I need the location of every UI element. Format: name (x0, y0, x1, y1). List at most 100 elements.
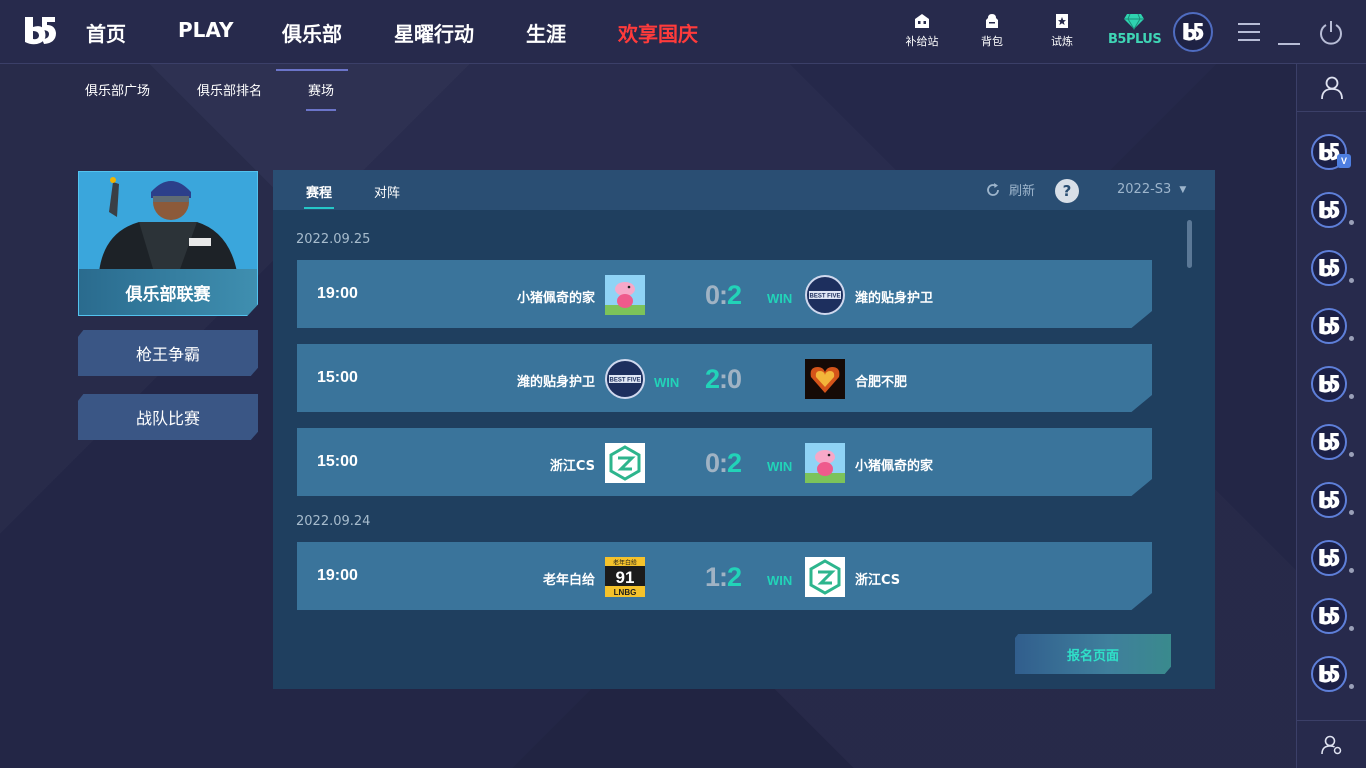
user-settings-icon (1321, 735, 1342, 754)
signup-page-button[interactable]: 报名页面 (1015, 634, 1171, 674)
club-league-label: 俱乐部联赛 (79, 269, 257, 315)
match-row[interactable]: 19:00 小猪佩奇的家 0:2 WIN BEST FIVE 潍的贴身护卫 (297, 260, 1152, 328)
status-dot (1349, 220, 1354, 225)
win-badge-left: WIN (654, 375, 680, 390)
match-score: 2:0 (705, 364, 742, 394)
b5plus-button[interactable]: B5PLUS (1108, 12, 1162, 47)
b5plus-label: B5PLUS (1108, 32, 1162, 47)
trial-icon (1056, 14, 1068, 28)
b5-avatar-icon (1183, 22, 1204, 41)
b5-logo-icon[interactable] (22, 14, 58, 48)
match-row[interactable]: 15:00 潍的贴身护卫 BEST FIVE WIN 2:0 合肥不肥 (297, 344, 1152, 412)
season-select[interactable]: 2022-S3 ▼ (1117, 182, 1186, 197)
match-time: 15:00 (317, 369, 358, 386)
friend-avatar[interactable] (1311, 366, 1347, 402)
diamond-icon (1124, 13, 1144, 30)
svg-text:91: 91 (616, 568, 635, 587)
supply-station-icon (915, 14, 929, 28)
zhejiang-logo (805, 557, 845, 597)
match-panel: 赛程 对阵 刷新 ? 2022-S3 ▼ 2022.09.25 19:00 小猪佩… (273, 170, 1215, 689)
match-row[interactable]: 19:00 老年白给 老年白给 91 LNBG 1:2 WIN 浙江CS (297, 542, 1152, 610)
svg-text:LNBG: LNBG (614, 588, 637, 597)
match-score: 0:2 (705, 280, 742, 310)
nav-home[interactable]: 首页 (86, 18, 126, 47)
nav-club[interactable]: 俱乐部 (276, 18, 348, 71)
subnav-club-plaza[interactable]: 俱乐部广场 (85, 80, 150, 99)
heart-logo (805, 359, 845, 399)
match-score: 0:2 (705, 448, 742, 478)
profile-button[interactable] (1297, 64, 1366, 112)
top-navigation-bar: 首页 PLAY 俱乐部 星曜行动 生涯 欢享国庆 补给站 背包 试炼 B5PLU… (0, 0, 1366, 71)
nav-national-day[interactable]: 欢享国庆 (618, 18, 698, 47)
nav-career[interactable]: 生涯 (526, 18, 566, 47)
refresh-label: 刷新 (1009, 184, 1036, 199)
peppa-logo (605, 275, 645, 315)
club-league-card[interactable]: 俱乐部联赛 (78, 171, 258, 316)
user-icon (1321, 76, 1343, 99)
friend-avatar[interactable] (1311, 424, 1347, 460)
user-avatar[interactable] (1173, 12, 1213, 52)
friend-avatar[interactable] (1311, 598, 1347, 634)
nav-star-action[interactable]: 星曜行动 (394, 18, 474, 47)
match-score: 1:2 (705, 562, 742, 592)
friend-settings-button[interactable] (1297, 720, 1366, 768)
season-value: 2022-S3 (1117, 182, 1172, 197)
backpack-label: 背包 (981, 35, 1003, 48)
team-match-button[interactable]: 战队比赛 (78, 394, 258, 440)
refresh-button[interactable]: 刷新 (985, 180, 1035, 199)
minimize-icon[interactable] (1278, 31, 1300, 50)
tab-schedule[interactable]: 赛程 (303, 182, 335, 209)
friend-avatar[interactable] (1311, 250, 1347, 286)
match-date: 2022.09.24 (296, 514, 371, 529)
match-time: 19:00 (317, 567, 358, 584)
power-icon[interactable] (1318, 19, 1344, 49)
team-right-name: 小猪佩奇的家 (855, 459, 934, 474)
lnbg-logo: 老年白给 91 LNBG (605, 557, 645, 597)
backpack-button[interactable]: 背包 (972, 12, 1012, 49)
bestfive-logo: BEST FIVE (805, 275, 845, 315)
trial-button[interactable]: 试炼 (1042, 12, 1082, 49)
match-row[interactable]: 15:00 浙江CS 0:2 WIN 小猪佩奇的家 (297, 428, 1152, 496)
match-time: 15:00 (317, 453, 358, 470)
status-dot (1349, 568, 1354, 573)
svg-text:BEST FIVE: BEST FIVE (809, 294, 840, 300)
svg-text:老年白给: 老年白给 (613, 559, 637, 567)
status-dot (1349, 278, 1354, 283)
friend-avatar[interactable] (1311, 192, 1347, 228)
friend-avatar[interactable] (1311, 308, 1347, 344)
nav-play[interactable]: PLAY (178, 18, 233, 42)
trial-label: 试炼 (1051, 35, 1073, 48)
team-right-name: 潍的贴身护卫 (855, 291, 934, 306)
win-badge-right: WIN (767, 573, 793, 588)
status-dot (1349, 510, 1354, 515)
zhejiang-logo (605, 443, 645, 483)
supply-station-button[interactable]: 补给站 (902, 12, 942, 49)
bestfive-logo: BEST FIVE (605, 359, 645, 399)
subnav-arena[interactable]: 赛场 (305, 80, 337, 111)
status-dot (1349, 684, 1354, 689)
status-dot (1349, 626, 1354, 631)
scrollbar-thumb[interactable] (1187, 220, 1192, 268)
friend-avatar[interactable] (1311, 482, 1347, 518)
soldier-image (79, 172, 257, 272)
subnav-club-ranking[interactable]: 俱乐部排名 (197, 80, 262, 99)
status-dot (1349, 336, 1354, 341)
menu-icon[interactable] (1238, 22, 1260, 46)
verified-badge-icon: V (1337, 154, 1351, 168)
win-badge-right: WIN (767, 459, 793, 474)
friends-sidebar: V (1296, 64, 1366, 768)
friend-avatar[interactable] (1311, 656, 1347, 692)
gun-king-button[interactable]: 枪王争霸 (78, 330, 258, 376)
team-left-name: 潍的贴身护卫 (516, 375, 595, 390)
supply-station-label: 补给站 (905, 35, 939, 48)
panel-header: 赛程 对阵 刷新 ? 2022-S3 ▼ (273, 170, 1215, 210)
team-right-name: 合肥不肥 (855, 375, 908, 390)
caret-down-icon: ▼ (1179, 184, 1187, 195)
match-time: 19:00 (317, 285, 358, 302)
help-icon[interactable]: ? (1055, 179, 1079, 203)
svg-text:BEST FIVE: BEST FIVE (609, 378, 640, 384)
status-dot (1349, 394, 1354, 399)
friend-avatar[interactable] (1311, 540, 1347, 576)
match-date: 2022.09.25 (296, 232, 371, 247)
tab-matchups[interactable]: 对阵 (374, 182, 400, 201)
